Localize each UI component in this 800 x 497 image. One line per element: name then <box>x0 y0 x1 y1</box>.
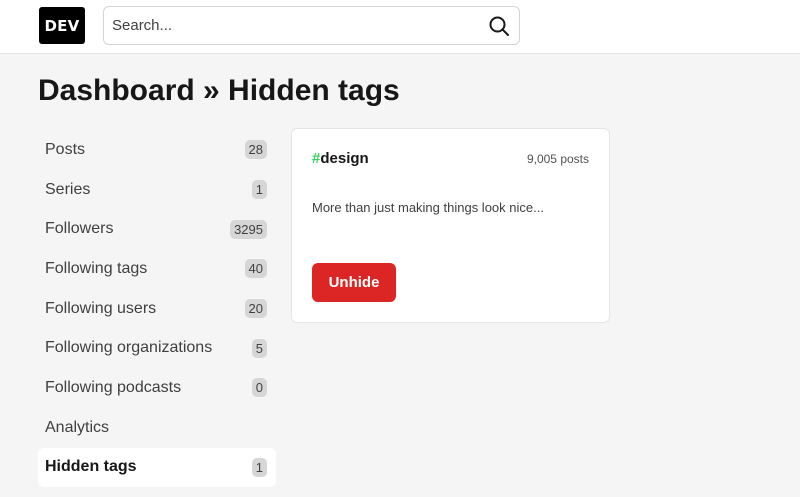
sidebar-item-label: Analytics <box>45 418 110 436</box>
sidebar-item-label: Following tags <box>45 259 148 277</box>
sidebar-item-label: Series <box>45 180 91 198</box>
search-icon[interactable] <box>485 12 513 40</box>
sidebar-item-analytics[interactable]: Analytics <box>38 408 276 448</box>
count-badge: 1 <box>251 457 267 477</box>
count-badge: 1 <box>251 180 267 200</box>
count-badge: 40 <box>244 259 267 279</box>
dev-logo[interactable]: DEV <box>39 7 85 44</box>
count-badge: 0 <box>251 378 267 398</box>
count-badge: 5 <box>251 338 267 358</box>
sidebar-item-following-organizations[interactable]: Following organizations 5 <box>38 328 276 368</box>
sidebar-item-followers[interactable]: Followers 3295 <box>38 209 276 249</box>
sidebar-item-label: Following users <box>45 299 157 317</box>
hidden-tag-card: #design 9,005 posts More than just makin… <box>291 128 610 323</box>
sidebar-item-posts[interactable]: Posts 28 <box>38 130 276 170</box>
sidebar-item-hidden-tags[interactable]: Hidden tags 1 <box>38 447 276 488</box>
top-navigation-bar: DEV <box>0 0 800 54</box>
count-badge: 20 <box>244 299 267 319</box>
search-box <box>103 6 520 45</box>
count-badge: 28 <box>244 140 267 160</box>
sidebar-item-following-tags[interactable]: Following tags 40 <box>38 249 276 289</box>
sidebar-item-label: Following podcasts <box>45 378 182 396</box>
search-input[interactable] <box>104 7 474 44</box>
sidebar-item-series[interactable]: Series 1 <box>38 170 276 210</box>
page-title: Dashboard » Hidden tags <box>38 74 400 107</box>
sidebar-item-label: Posts <box>45 140 86 158</box>
sidebar-item-label: Followers <box>45 220 114 238</box>
sidebar-item-following-users[interactable]: Following users 20 <box>38 289 276 329</box>
tag-description: More than just making things look nice..… <box>312 200 544 215</box>
tag-name: design <box>320 150 369 167</box>
sidebar-item-following-podcasts[interactable]: Following podcasts 0 <box>38 368 276 408</box>
count-badge: 3295 <box>230 219 267 239</box>
unhide-button[interactable]: Unhide <box>312 263 396 302</box>
sidebar-item-label: Hidden tags <box>45 458 137 476</box>
sidebar-item-label: Following organizations <box>45 339 213 357</box>
tag-name-link[interactable]: #design <box>312 150 369 167</box>
tag-post-count: 9,005 posts <box>526 152 589 166</box>
dashboard-sidebar: Posts 28 Series 1 Followers 3295 Followi… <box>38 130 276 488</box>
